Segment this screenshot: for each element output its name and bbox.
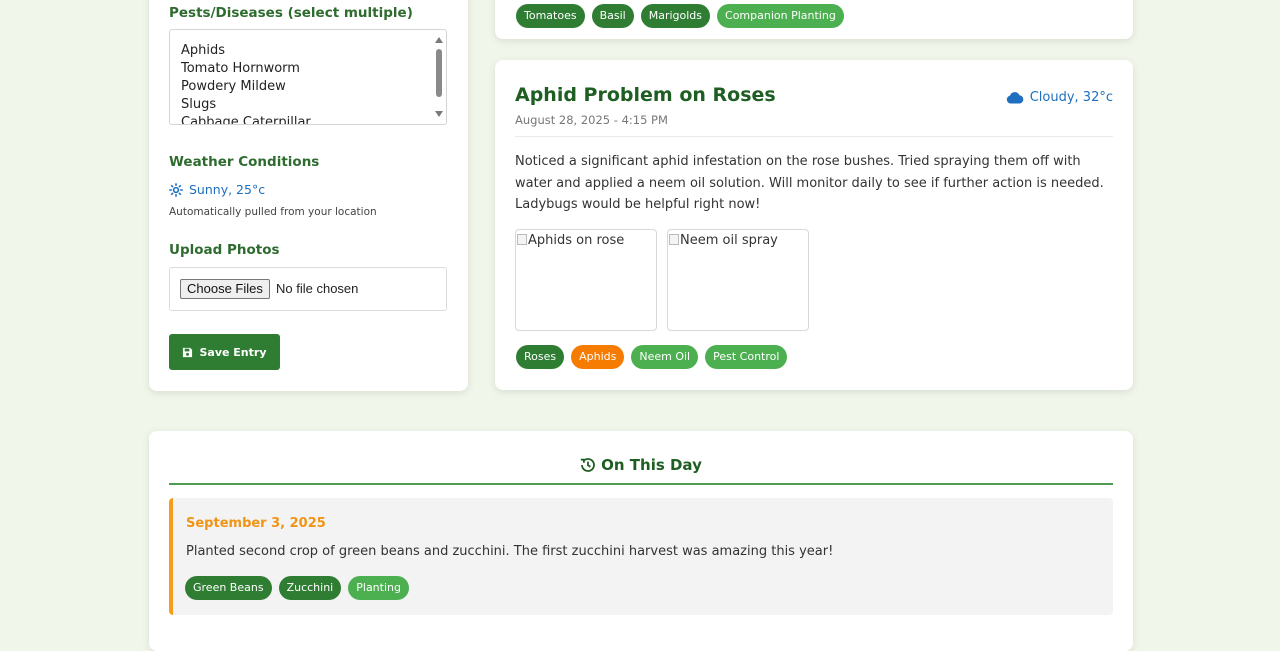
entry-title: Aphid Problem on Roses xyxy=(515,84,776,106)
entry-divider xyxy=(515,136,1113,137)
on-this-day-card: On This Day September 3, 2025 Planted se… xyxy=(149,431,1133,651)
tag-neem-oil[interactable]: Neem Oil xyxy=(631,345,699,369)
entry-photo[interactable]: Neem oil spray xyxy=(667,229,809,331)
journal-entry-card: Tomatoes Basil Marigolds Companion Planting xyxy=(495,0,1133,39)
save-icon xyxy=(183,347,193,357)
broken-image-icon xyxy=(669,234,679,245)
memory-tags: Green Beans Zucchini Planting xyxy=(185,576,409,600)
history-icon xyxy=(580,458,595,472)
new-entry-form: Pests/Diseases (select multiple) Aphids … xyxy=(149,0,468,391)
entry-weather-text: Cloudy, 32°c xyxy=(1029,90,1113,105)
scroll-down-arrow-icon[interactable] xyxy=(435,111,443,117)
sun-icon xyxy=(169,182,183,197)
on-this-day-heading: On This Day xyxy=(149,456,1133,474)
entry-weather: Cloudy, 32°c xyxy=(1006,90,1113,105)
entry-photo[interactable]: Aphids on rose xyxy=(515,229,657,331)
memory-text: Planted second crop of green beans and z… xyxy=(186,544,834,559)
on-this-day-title: On This Day xyxy=(601,456,702,474)
heading-underline xyxy=(169,483,1113,485)
memory-date: September 3, 2025 xyxy=(186,516,326,531)
pests-label: Pests/Diseases (select multiple) xyxy=(169,5,413,21)
tag-zucchini[interactable]: Zucchini xyxy=(278,576,342,600)
scroll-thumb[interactable] xyxy=(436,49,442,97)
tag-tomatoes[interactable]: Tomatoes xyxy=(516,4,585,28)
entry-body: Noticed a significant aphid infestation … xyxy=(515,154,1104,212)
pest-option-cabbage-caterpillar[interactable]: Cabbage Caterpillar xyxy=(181,115,311,124)
photo-alt-text: Aphids on rose xyxy=(528,233,625,248)
pests-scrollbar[interactable] xyxy=(432,30,446,124)
photo-alt-text: Neem oil spray xyxy=(680,233,778,248)
pest-option-aphids[interactable]: Aphids xyxy=(181,43,225,58)
photo-file-input[interactable]: Choose Files No file chosen xyxy=(169,267,447,311)
memory-entry[interactable]: September 3, 2025 Planted second crop of… xyxy=(169,498,1113,615)
tag-green-beans[interactable]: Green Beans xyxy=(185,576,272,600)
save-entry-label: Save Entry xyxy=(199,345,267,359)
pest-option-slugs[interactable]: Slugs xyxy=(181,97,216,112)
upload-label: Upload Photos xyxy=(169,242,280,258)
broken-image-icon xyxy=(517,234,527,245)
tag-marigolds[interactable]: Marigolds xyxy=(640,4,711,28)
weather-help-text: Automatically pulled from your location xyxy=(169,206,377,218)
weather-text: Sunny, 25°c xyxy=(189,182,266,197)
entry-tags: Tomatoes Basil Marigolds Companion Planting xyxy=(516,4,844,28)
tag-aphids[interactable]: Aphids xyxy=(571,345,625,369)
tag-pest-control[interactable]: Pest Control xyxy=(705,345,788,369)
pest-option-tomato-hornworm[interactable]: Tomato Hornworm xyxy=(181,61,300,76)
save-entry-button[interactable]: Save Entry xyxy=(169,334,280,370)
entry-tags: Roses Aphids Neem Oil Pest Control xyxy=(516,345,788,369)
tag-roses[interactable]: Roses xyxy=(516,345,565,369)
entry-date: August 28, 2025 - 4:15 PM xyxy=(515,113,668,127)
pest-option-powdery-mildew[interactable]: Powdery Mildew xyxy=(181,79,286,94)
file-status: No file chosen xyxy=(276,281,359,296)
weather-label: Weather Conditions xyxy=(169,154,320,170)
cloud-icon xyxy=(1006,92,1024,104)
scroll-up-arrow-icon[interactable] xyxy=(435,37,443,43)
tag-basil[interactable]: Basil xyxy=(591,4,634,28)
weather-value: Sunny, 25°c xyxy=(169,182,265,197)
choose-files-button[interactable]: Choose Files xyxy=(180,279,270,299)
tag-planting[interactable]: Planting xyxy=(348,576,409,600)
journal-entry-card: Aphid Problem on Roses August 28, 2025 -… xyxy=(495,60,1133,390)
tag-companion-planting[interactable]: Companion Planting xyxy=(717,4,844,28)
pests-multiselect[interactable]: Aphids Tomato Hornworm Powdery Mildew Sl… xyxy=(169,29,447,125)
